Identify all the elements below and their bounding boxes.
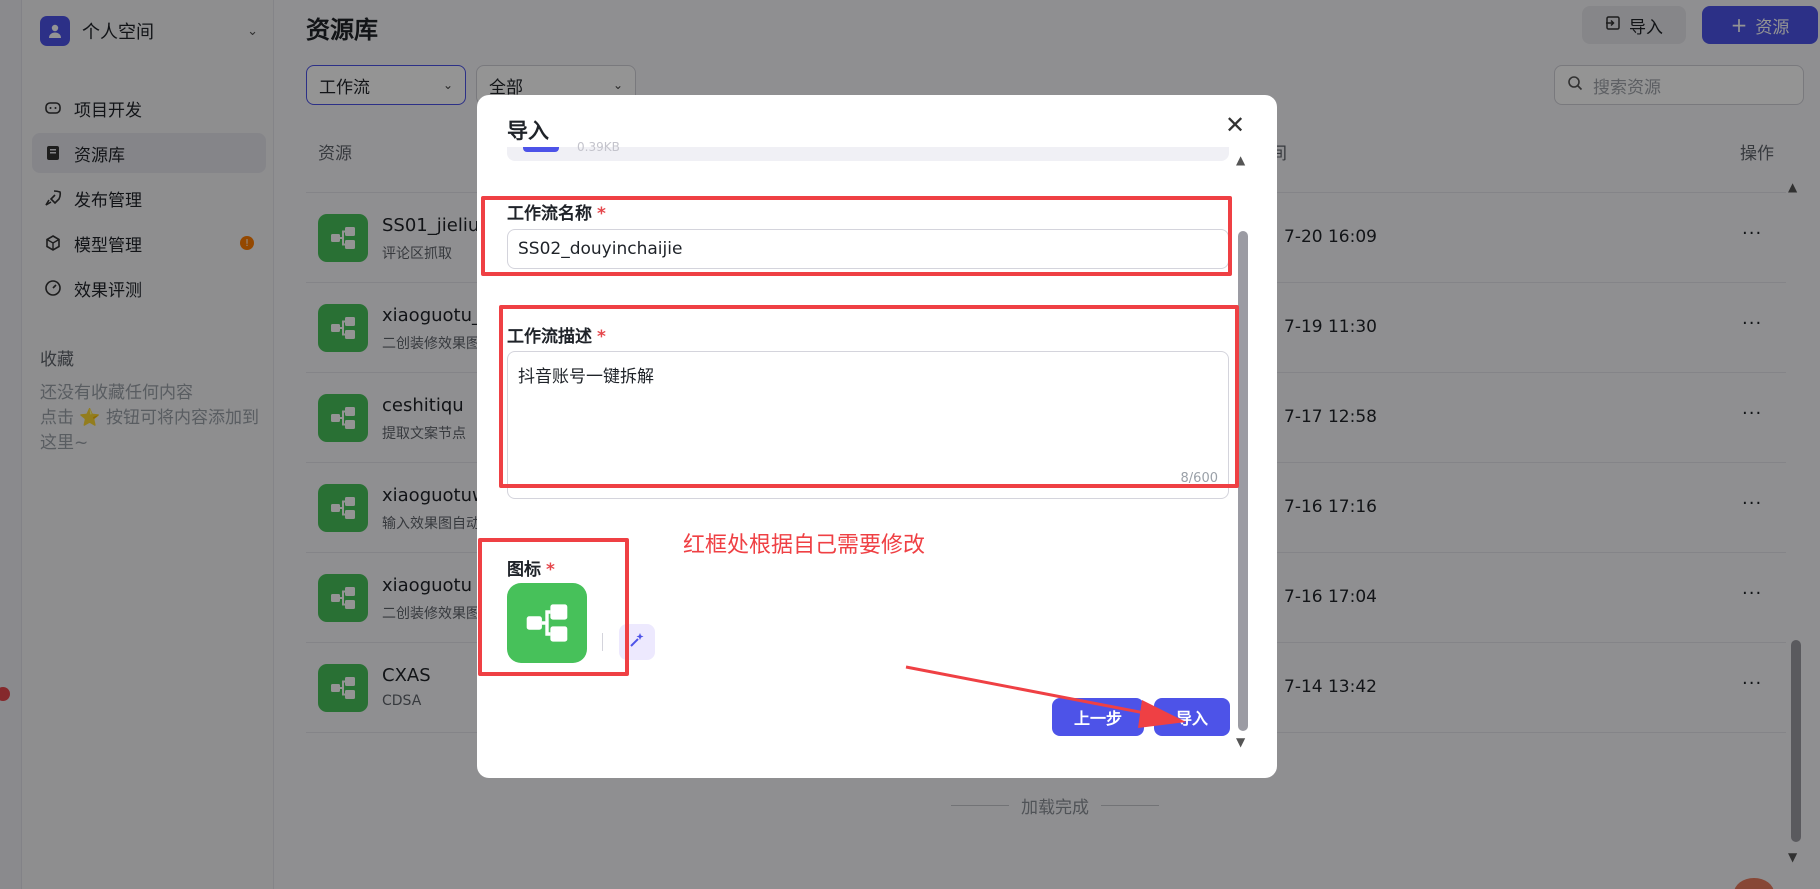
app-root: 个人空间 ⌄ 项目开发 资源库 发布管理 模型管理 ! 效果评测 收藏 还没有收… [0,0,1820,889]
annotation-arrow [905,665,1186,728]
